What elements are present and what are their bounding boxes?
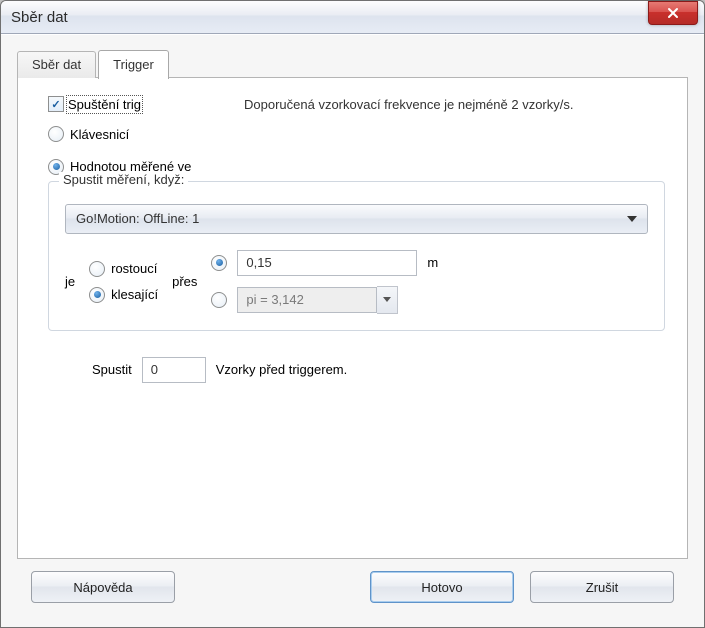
tab-label: Sběr dat	[32, 57, 81, 72]
chevron-down-icon	[383, 297, 391, 302]
cancel-button[interactable]: Zrušit	[530, 571, 674, 603]
je-label: je	[65, 274, 75, 289]
radio-dot-icon	[89, 287, 105, 303]
radio-threshold-expression[interactable]	[211, 292, 227, 308]
expression-value-text: pi = 3,142	[246, 292, 303, 307]
done-button[interactable]: Hotovo	[370, 571, 514, 603]
cancel-button-label: Zrušit	[586, 580, 619, 595]
help-button[interactable]: Nápověda	[31, 571, 175, 603]
radio-keyboard[interactable]: Klávesnicí	[48, 126, 218, 142]
expression-combo[interactable]: pi = 3,142	[237, 287, 377, 313]
pretrigger-samples-input[interactable]: 0	[142, 357, 206, 383]
client-area: Sběr dat Trigger ✓ Spuštění trig Klávesn…	[1, 34, 704, 627]
window-title: Sběr dat	[11, 9, 648, 26]
tab-page-trigger: ✓ Spuštění trig Klávesnicí Doporučená vz…	[17, 77, 688, 559]
radio-falling[interactable]: klesající	[89, 287, 158, 303]
radio-dot-icon	[89, 261, 105, 277]
radio-keyboard-label: Klávesnicí	[70, 127, 129, 142]
threshold-unit: m	[427, 255, 438, 270]
threshold-value-text: 0,15	[246, 255, 271, 270]
radio-dot-icon	[211, 255, 227, 271]
tabstrip: Sběr dat Trigger	[17, 49, 688, 78]
radio-falling-label: klesající	[111, 287, 158, 302]
help-button-label: Nápověda	[73, 580, 132, 595]
pretrigger-label-1: Spustit	[92, 362, 132, 377]
radio-dot-icon	[48, 126, 64, 142]
expression-combo-button[interactable]	[377, 286, 398, 314]
button-bar: Nápověda Hotovo Zrušit	[17, 559, 688, 617]
radio-rising[interactable]: rostoucí	[89, 261, 158, 277]
pres-label: přes	[172, 274, 197, 289]
group-start-when: Spustit měření, když: Go!Motion: OffLine…	[48, 181, 665, 331]
radio-rising-label: rostoucí	[111, 261, 157, 276]
radio-dot-icon	[211, 292, 227, 308]
tab-trigger[interactable]: Trigger	[98, 50, 169, 79]
tab-label: Trigger	[113, 57, 154, 72]
pretrigger-label-2: Vzorky před triggerem.	[216, 362, 348, 377]
chevron-down-icon	[627, 216, 637, 222]
enable-trigger-label: Spuštění trig	[68, 97, 141, 112]
enable-trigger-checkbox[interactable]: ✓ Spuštění trig	[48, 96, 218, 112]
checkbox-box-icon: ✓	[48, 96, 64, 112]
dialog-window: Sběr dat Sběr dat Trigger ✓ Spuštění tri…	[0, 0, 705, 628]
spacer	[191, 571, 354, 603]
source-dropdown[interactable]: Go!Motion: OffLine: 1	[65, 204, 648, 234]
pretrigger-samples-value: 0	[151, 362, 158, 377]
group-legend: Spustit měření, když:	[59, 172, 188, 187]
titlebar: Sběr dat	[1, 1, 704, 34]
close-icon	[667, 7, 679, 19]
pretrigger-row: Spustit 0 Vzorky před triggerem.	[92, 357, 665, 383]
done-button-label: Hotovo	[421, 580, 462, 595]
tab-data-collection[interactable]: Sběr dat	[17, 51, 96, 78]
source-selected-label: Go!Motion: OffLine: 1	[76, 211, 199, 226]
sampling-hint: Doporučená vzorkovací frekvence je nejmé…	[244, 96, 574, 115]
threshold-input[interactable]: 0,15	[237, 250, 417, 276]
close-button[interactable]	[648, 1, 698, 25]
radio-threshold-value[interactable]	[211, 255, 227, 271]
